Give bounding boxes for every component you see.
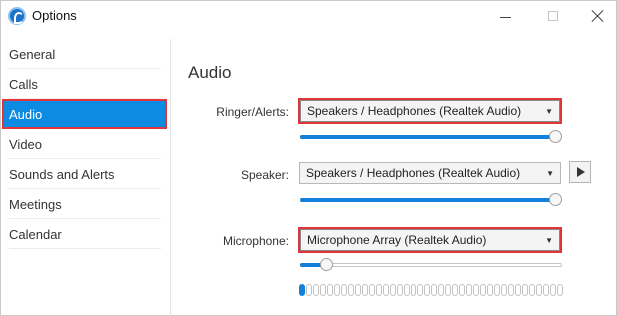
level-segment: [473, 284, 480, 296]
level-segment: [445, 284, 452, 296]
speaker-volume-slider[interactable]: [300, 193, 562, 207]
level-segment: [340, 284, 347, 296]
level-segment: [466, 284, 473, 296]
sidebar-item-label: Video: [9, 136, 43, 152]
minimize-button[interactable]: [483, 1, 527, 31]
maximize-button[interactable]: [531, 1, 575, 31]
sidebar-item-label: Calls: [9, 76, 38, 92]
speaker-device-value: Speakers / Headphones (Realtek Audio): [306, 166, 521, 180]
speaker-device-select[interactable]: Speakers / Headphones (Realtek Audio) ▼: [299, 162, 561, 184]
chevron-down-icon: ▼: [546, 169, 554, 178]
ringer-label: Ringer/Alerts:: [216, 105, 289, 119]
level-segment: [542, 284, 549, 296]
level-segment: [494, 284, 501, 296]
play-test-sound-button[interactable]: [569, 161, 591, 183]
level-segment: [508, 284, 515, 296]
options-window: Options General Calls Audio Video Sounds…: [0, 0, 617, 316]
slider-thumb[interactable]: [549, 193, 562, 206]
level-segment: [375, 284, 382, 296]
slider-thumb[interactable]: [320, 258, 333, 271]
level-segment: [424, 284, 431, 296]
ringer-volume-slider[interactable]: [300, 130, 562, 144]
level-segment: [382, 284, 389, 296]
level-segment: [410, 284, 417, 296]
ringer-device-value: Speakers / Headphones (Realtek Audio): [307, 104, 522, 118]
level-segment: [347, 284, 354, 296]
level-segment: [312, 284, 319, 296]
microphone-device-select[interactable]: Microphone Array (Realtek Audio) ▼: [298, 227, 562, 253]
sidebar-item-meetings[interactable]: Meetings: [2, 189, 170, 219]
level-segment: [549, 284, 556, 296]
level-segment: [535, 284, 542, 296]
ringer-device-select[interactable]: Speakers / Headphones (Realtek Audio) ▼: [298, 98, 562, 124]
speaker-label: Speaker:: [240, 168, 289, 182]
sidebar-item-general[interactable]: General: [2, 39, 170, 69]
sidebar-item-calls[interactable]: Calls: [2, 69, 170, 99]
level-segment: [396, 284, 403, 296]
sidebar-item-label: Meetings: [9, 196, 62, 212]
level-segment: [403, 284, 410, 296]
slider-thumb[interactable]: [549, 130, 562, 143]
sidebar-item-label: Calendar: [9, 226, 62, 242]
level-segment: [501, 284, 508, 296]
microphone-device-value: Microphone Array (Realtek Audio): [307, 233, 487, 247]
level-segment: [556, 284, 563, 296]
level-segment: [431, 284, 438, 296]
page-title: Audio: [188, 63, 232, 82]
level-segment: [459, 284, 466, 296]
level-segment: [305, 284, 312, 296]
level-segment: [452, 284, 459, 296]
level-segment: [522, 284, 528, 296]
minimize-icon: [499, 16, 511, 18]
close-button[interactable]: [576, 1, 617, 31]
sidebar-item-sounds-and-alerts[interactable]: Sounds and Alerts: [2, 159, 170, 189]
title-bar: Options: [1, 1, 616, 31]
chevron-down-icon: ▼: [545, 107, 553, 116]
microphone-volume-slider[interactable]: [300, 258, 562, 272]
level-segment: [389, 284, 396, 296]
level-segment: [487, 284, 494, 296]
sidebar-nav: General Calls Audio Video Sounds and Ale…: [2, 39, 171, 316]
app-logo-icon: [8, 7, 26, 25]
window-title: Options: [32, 8, 77, 23]
play-icon: [577, 167, 585, 177]
sidebar-item-label: Audio: [9, 106, 43, 122]
level-segment: [354, 284, 361, 296]
level-segment: [361, 284, 368, 296]
chevron-down-icon: ▼: [545, 236, 553, 245]
level-segment: [319, 284, 326, 296]
sidebar-item-label: General: [9, 46, 56, 62]
sidebar-item-calendar[interactable]: Calendar: [2, 219, 170, 249]
maximize-icon: [548, 11, 558, 21]
sidebar-item-label: Sounds and Alerts: [9, 166, 115, 182]
level-segment: [480, 284, 487, 296]
sidebar-item-video[interactable]: Video: [2, 129, 170, 159]
level-segment: [417, 284, 424, 296]
level-segment: [333, 284, 340, 296]
close-icon: [592, 10, 604, 22]
microphone-level-meter: [299, 284, 563, 296]
level-segment: [326, 284, 333, 296]
level-segment: [299, 284, 305, 296]
level-segment: [528, 284, 535, 296]
level-segment: [515, 284, 521, 296]
microphone-label: Microphone:: [222, 234, 289, 248]
level-segment: [438, 284, 445, 296]
sidebar-item-audio[interactable]: Audio: [2, 99, 167, 129]
level-segment: [368, 284, 375, 296]
